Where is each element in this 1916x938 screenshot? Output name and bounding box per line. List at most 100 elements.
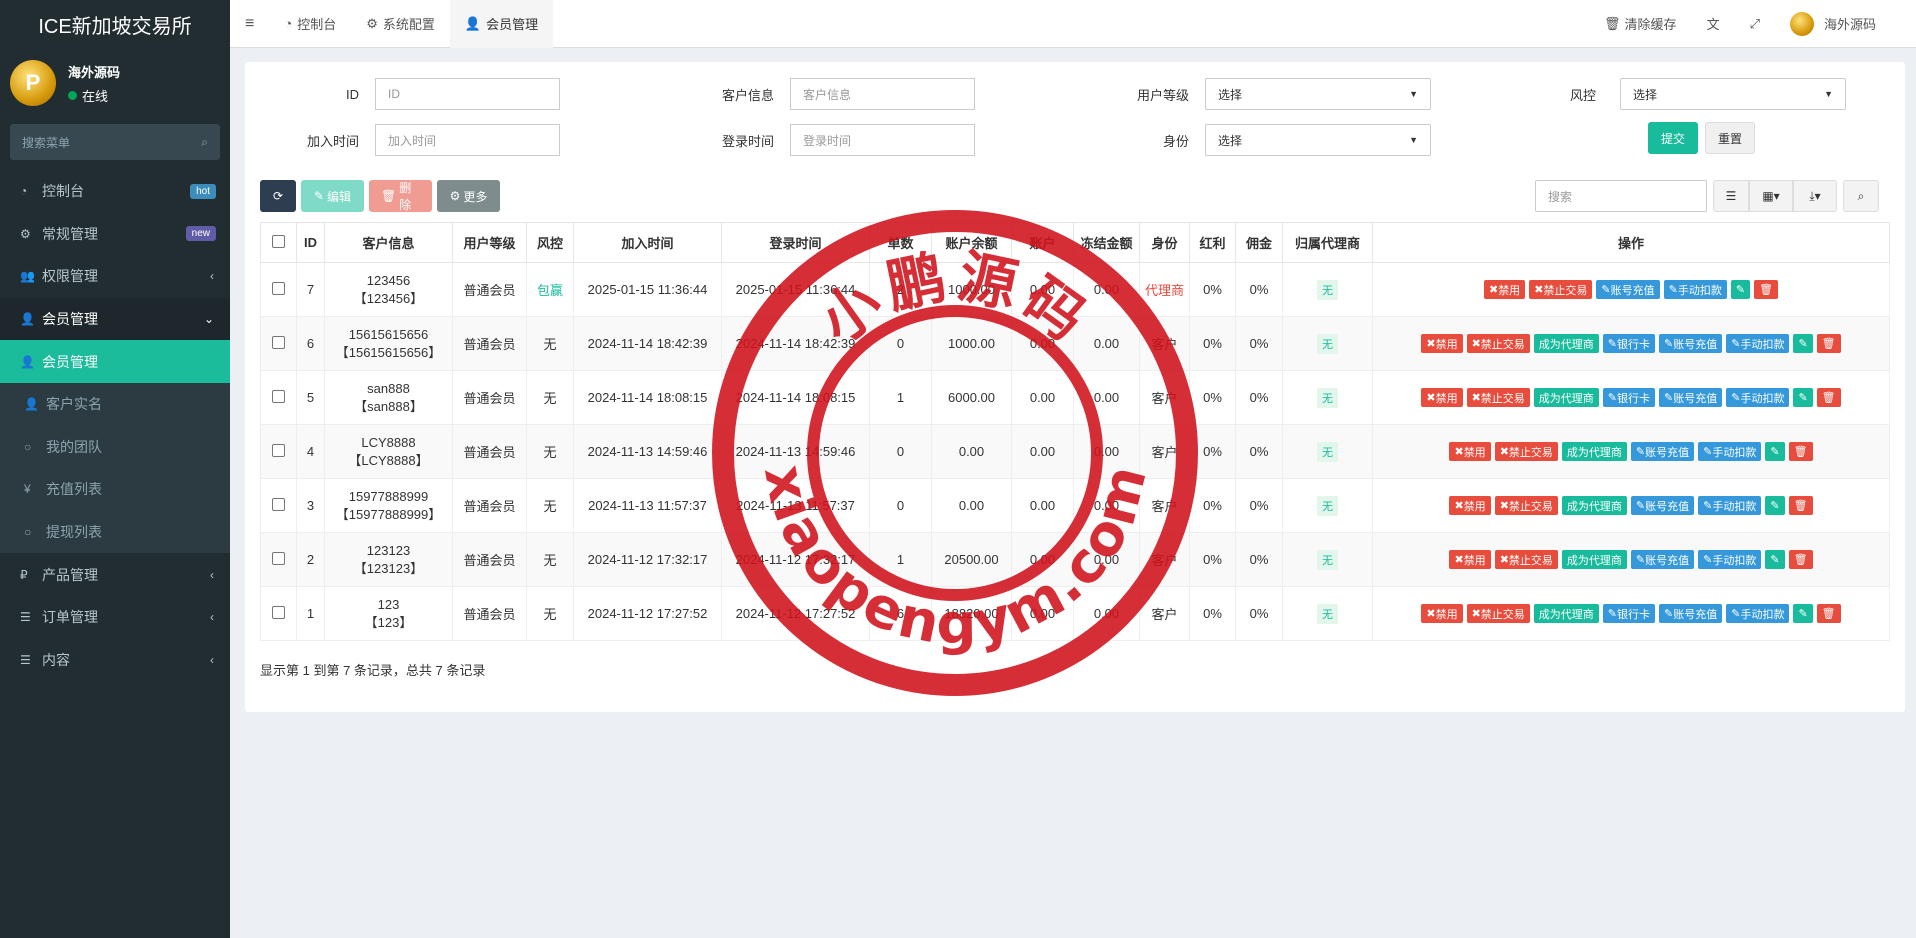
row-action-button[interactable]: 成为代理商 bbox=[1561, 550, 1627, 569]
edit-button[interactable]: ✎ 编辑 bbox=[301, 180, 364, 212]
row-action-button[interactable]: ✖ 禁用 bbox=[1421, 604, 1463, 623]
tab-dashboard[interactable]: ◔ 控制台 bbox=[269, 0, 351, 48]
clear-cache-button[interactable]: 🗑 清除缓存 bbox=[1589, 0, 1692, 48]
reset-button[interactable]: 重置 bbox=[1705, 122, 1755, 154]
translate-icon[interactable]: 文 bbox=[1692, 0, 1735, 48]
col-header[interactable]: 单数 bbox=[869, 222, 932, 263]
sidebar-item[interactable]: 👤 会员管理 ⌄ bbox=[0, 297, 230, 341]
menu-search[interactable]: 搜索菜单 ⌕ bbox=[10, 124, 220, 160]
table-row[interactable]: 1 123 【123】 普通会员 无 2024-11-12 17:27:52 2024-11… bbox=[260, 586, 1890, 641]
sidebar-item[interactable]: ◔ 控制台 hot bbox=[0, 170, 230, 213]
row-action-button[interactable]: ✖ 禁止交易 bbox=[1466, 334, 1530, 353]
col-header[interactable]: 用户等级 bbox=[452, 222, 527, 263]
col-header[interactable]: 归属代理商 bbox=[1282, 222, 1373, 263]
row-action-button[interactable]: ✎ 手动扣款 bbox=[1726, 334, 1790, 353]
row-action-button[interactable]: ✎ 手动扣款 bbox=[1698, 496, 1762, 515]
row-action-button[interactable]: ✎ 银行卡 bbox=[1602, 334, 1656, 353]
edit-row-button[interactable]: ✎ bbox=[1765, 550, 1785, 569]
col-header[interactable]: 客户信息 bbox=[324, 222, 453, 263]
tab-member-management[interactable]: 👤 会员管理 bbox=[449, 0, 554, 48]
row-action-button[interactable]: ✖ 禁用 bbox=[1421, 334, 1463, 353]
row-action-button[interactable]: ✖ 禁止交易 bbox=[1494, 442, 1558, 461]
tab-system-config[interactable]: ⚙ 系统配置 bbox=[351, 0, 450, 48]
row-action-button[interactable]: ✎ 账号充值 bbox=[1630, 496, 1695, 515]
col-header[interactable]: 风控 bbox=[526, 222, 574, 263]
row-action-button[interactable]: ✎ 账号充值 bbox=[1596, 280, 1660, 299]
row-action-button[interactable]: 成为代理商 bbox=[1533, 604, 1599, 623]
menu-toggle-icon[interactable]: ≡ bbox=[230, 0, 269, 48]
row-action-button[interactable]: ✖ 禁止交易 bbox=[1494, 496, 1558, 515]
table-search-input[interactable]: 搜索 bbox=[1535, 180, 1707, 212]
sidebar-item[interactable]: 👤 客户实名 bbox=[0, 382, 230, 426]
select-all-checkbox[interactable] bbox=[260, 222, 297, 263]
sidebar-item[interactable]: 👥 权限管理 ‹ bbox=[0, 255, 230, 298]
row-action-button[interactable]: ✎ 账号充值 bbox=[1630, 442, 1695, 461]
row-action-button[interactable]: ✎ 手动扣款 bbox=[1663, 280, 1727, 299]
row-action-button[interactable]: ✖ 禁止交易 bbox=[1494, 550, 1558, 569]
edit-row-button[interactable]: ✎ bbox=[1765, 496, 1785, 515]
row-action-button[interactable]: ✎ 账号充值 bbox=[1659, 388, 1723, 407]
delete-row-button[interactable]: 🗑 bbox=[1816, 604, 1841, 623]
edit-row-button[interactable]: ✎ bbox=[1730, 280, 1751, 299]
col-header[interactable]: 冻结金额 bbox=[1073, 222, 1140, 263]
col-header[interactable]: 操作 bbox=[1372, 222, 1890, 263]
customer-input[interactable]: 客户信息 bbox=[790, 78, 975, 110]
row-action-button[interactable]: 成为代理商 bbox=[1533, 334, 1599, 353]
row-action-button[interactable]: ✎ 银行卡 bbox=[1602, 604, 1656, 623]
row-action-button[interactable]: ✖ 禁用 bbox=[1449, 550, 1491, 569]
row-action-button[interactable]: ✖ 禁止交易 bbox=[1466, 388, 1530, 407]
fullscreen-icon[interactable]: ⤢ bbox=[1735, 0, 1775, 48]
delete-row-button[interactable]: 🗑 bbox=[1788, 550, 1813, 569]
row-action-button[interactable]: 成为代理商 bbox=[1533, 388, 1599, 407]
row-action-button[interactable]: ✖ 禁用 bbox=[1449, 442, 1491, 461]
toggle-view-button[interactable]: ☰ bbox=[1713, 180, 1749, 212]
sidebar-item[interactable]: ☰ 订单管理 ‹ bbox=[0, 596, 230, 639]
edit-row-button[interactable]: ✎ bbox=[1793, 334, 1813, 353]
delete-row-button[interactable]: 🗑 bbox=[1788, 442, 1813, 461]
table-row[interactable]: 3 15977888999 【15977888999】 普通会员 无 2024-11-13… bbox=[260, 478, 1890, 533]
row-action-button[interactable]: 成为代理商 bbox=[1561, 442, 1627, 461]
sidebar-item[interactable]: ⚙ 常规管理 new bbox=[0, 213, 230, 256]
login-time-input[interactable]: 登录时间 bbox=[790, 124, 975, 156]
edit-row-button[interactable]: ✎ bbox=[1793, 388, 1813, 407]
col-header[interactable]: 加入时间 bbox=[573, 222, 722, 263]
sidebar-item[interactable]: ○ 我的团队 bbox=[0, 425, 230, 469]
advanced-search-button[interactable]: ⌕ bbox=[1843, 180, 1879, 212]
row-action-button[interactable]: ✎ 手动扣款 bbox=[1726, 388, 1790, 407]
join-time-input[interactable]: 加入时间 bbox=[375, 124, 560, 156]
col-header[interactable]: 佣金 bbox=[1235, 222, 1283, 263]
col-header[interactable]: 身份 bbox=[1139, 222, 1190, 263]
delete-button[interactable]: 🗑 删除 bbox=[369, 180, 432, 212]
row-action-button[interactable]: 成为代理商 bbox=[1561, 496, 1627, 515]
export-button[interactable]: ⤓▾ bbox=[1793, 180, 1837, 212]
col-header[interactable]: 账户 bbox=[1011, 222, 1074, 263]
row-checkbox[interactable] bbox=[272, 443, 285, 457]
row-action-button[interactable]: ✖ 禁用 bbox=[1421, 388, 1463, 407]
delete-row-button[interactable]: 🗑 bbox=[1816, 388, 1841, 407]
sidebar-item[interactable]: ₽ 产品管理 ‹ bbox=[0, 553, 230, 596]
more-button[interactable]: ⚙ 更多 bbox=[437, 180, 500, 212]
sidebar-item[interactable]: ☰ 内容 ‹ bbox=[0, 639, 230, 682]
table-row[interactable]: 6 15615615656 【15615615656】 普通会员 无 2024-11-14… bbox=[260, 316, 1890, 371]
refresh-button[interactable]: ⟳ bbox=[260, 180, 296, 212]
row-action-button[interactable]: ✖ 禁止交易 bbox=[1466, 604, 1530, 623]
sidebar-item[interactable]: ○ 提现列表 bbox=[0, 510, 230, 554]
user-menu[interactable]: 海外源码 bbox=[1775, 0, 1916, 48]
edit-row-button[interactable]: ✎ bbox=[1793, 604, 1813, 623]
row-action-button[interactable]: ✖ 禁止交易 bbox=[1529, 280, 1593, 299]
row-checkbox[interactable] bbox=[272, 335, 285, 349]
submit-button[interactable]: 提交 bbox=[1648, 122, 1698, 154]
delete-row-button[interactable]: 🗑 bbox=[1754, 280, 1779, 299]
level-select[interactable]: 选择 ▼ bbox=[1205, 78, 1431, 110]
row-checkbox[interactable] bbox=[272, 389, 285, 403]
edit-row-button[interactable]: ✎ bbox=[1765, 442, 1785, 461]
row-action-button[interactable]: ✖ 禁用 bbox=[1449, 496, 1491, 515]
row-action-button[interactable]: ✎ 手动扣款 bbox=[1698, 550, 1762, 569]
row-action-button[interactable]: ✎ 手动扣款 bbox=[1698, 442, 1762, 461]
table-row[interactable]: 4 LCY8888 【LCY8888】 普通会员 无 2024-11-13 14:59:4… bbox=[260, 424, 1890, 479]
table-row[interactable]: 5 san888 【san888】 普通会员 无 2024-11-14 18:08:15 2… bbox=[260, 370, 1890, 425]
columns-button[interactable]: ▦▾ bbox=[1749, 180, 1793, 212]
row-checkbox[interactable] bbox=[272, 497, 285, 511]
row-action-button[interactable]: ✎ 手动扣款 bbox=[1726, 604, 1790, 623]
table-row[interactable]: 2 123123 【123123】 普通会员 无 2024-11-12 17:32:17 2… bbox=[260, 532, 1890, 587]
